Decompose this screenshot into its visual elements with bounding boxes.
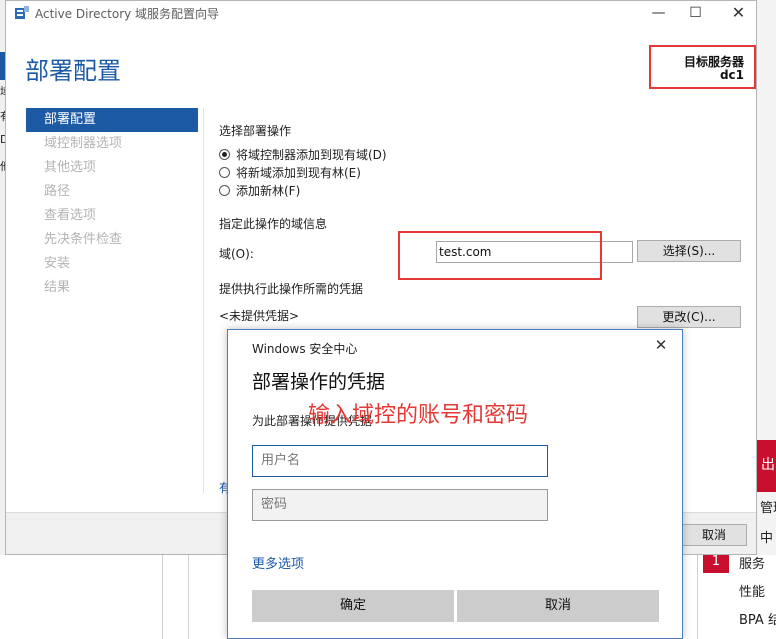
- radio-label[interactable]: 将域控制器添加到现有域(D): [236, 146, 387, 163]
- window-title: Active Directory 域服务配置向导: [35, 7, 220, 21]
- password-input[interactable]: 密码: [252, 489, 548, 521]
- nav-item-deployment-config[interactable]: 部署配置: [26, 108, 198, 132]
- username-input[interactable]: 用户名: [252, 445, 548, 477]
- nav-item-additional-options: 其他选项: [44, 160, 97, 175]
- domain-info-label: 指定此操作的域信息: [219, 217, 328, 231]
- background-label-performance: 性能: [739, 585, 766, 600]
- wizard-cancel-button[interactable]: 取消: [681, 524, 747, 546]
- radio-add-domain-existing-forest[interactable]: 将新域添加到现有林(E): [219, 163, 361, 181]
- radio-button[interactable]: [219, 166, 230, 178]
- page-title: 部署配置: [25, 57, 121, 85]
- credentials-label: 提供执行此操作所需的凭据: [219, 282, 364, 296]
- credentials-dialog: Windows 安全中心 ✕ 部署操作的凭据 为此部署操作提供凭据 输入域控的账…: [227, 329, 683, 639]
- domain-highlight-box: [398, 231, 602, 280]
- background-divider: [188, 555, 189, 639]
- nav-divider: [203, 108, 204, 493]
- background-divider: [162, 555, 163, 639]
- nav-item-review-options: 查看选项: [44, 208, 97, 223]
- radio-button[interactable]: [219, 184, 230, 196]
- dialog-title: Windows 安全中心: [252, 342, 358, 356]
- close-button[interactable]: ✕: [716, 1, 761, 25]
- deployment-operation-label: 选择部署操作: [219, 124, 292, 138]
- background-divider: [697, 555, 698, 639]
- radio-label[interactable]: 添加新林(F): [236, 182, 300, 199]
- radio-label[interactable]: 将新域添加到现有林(E): [236, 164, 361, 181]
- credentials-value: <未提供凭据>: [219, 309, 300, 323]
- nav-item-results: 结果: [44, 280, 71, 295]
- radio-add-dc-existing-domain[interactable]: 将域控制器添加到现有域(D): [219, 145, 387, 163]
- target-server-value: dc1: [719, 68, 744, 82]
- more-options-link[interactable]: 更多选项: [252, 553, 304, 572]
- background-label: 中: [760, 531, 774, 546]
- domain-field-label: 域(O):: [219, 247, 254, 261]
- radio-button[interactable]: [219, 148, 230, 160]
- nav-item-prerequisites-check: 先决条件检查: [44, 232, 123, 247]
- server-manager-icon: [15, 6, 29, 19]
- annotation-text: 输入域控的账号和密码: [308, 403, 529, 428]
- background-label: 管理: [760, 501, 776, 516]
- radio-add-new-forest[interactable]: 添加新林(F): [219, 181, 300, 199]
- target-server-highlight: 目标服务器 dc1: [649, 45, 756, 89]
- background-label-bpa: BPA 结: [739, 613, 776, 628]
- maximize-button[interactable]: ☐: [673, 1, 718, 25]
- background-label-services: 服务: [739, 557, 766, 572]
- title-bar[interactable]: Active Directory 域服务配置向导 — ☐ ✕: [6, 1, 756, 25]
- wizard-steps-nav: 部署配置 域控制器选项 其他选项 路径 查看选项 先决条件检查 安装 结果: [26, 108, 198, 300]
- nav-item-dc-options: 域控制器选项: [44, 136, 123, 151]
- nav-item-paths: 路径: [44, 184, 71, 199]
- nav-item-installation: 安装: [44, 256, 71, 271]
- select-domain-button[interactable]: 选择(S)...: [637, 240, 741, 262]
- background-red-tile: 出: [757, 440, 776, 492]
- dialog-cancel-button[interactable]: 取消: [457, 590, 659, 622]
- change-credentials-button[interactable]: 更改(C)...: [637, 306, 741, 328]
- dialog-heading: 部署操作的凭据: [252, 371, 386, 393]
- ok-button[interactable]: 确定: [252, 590, 454, 622]
- dialog-close-icon[interactable]: ✕: [646, 336, 676, 356]
